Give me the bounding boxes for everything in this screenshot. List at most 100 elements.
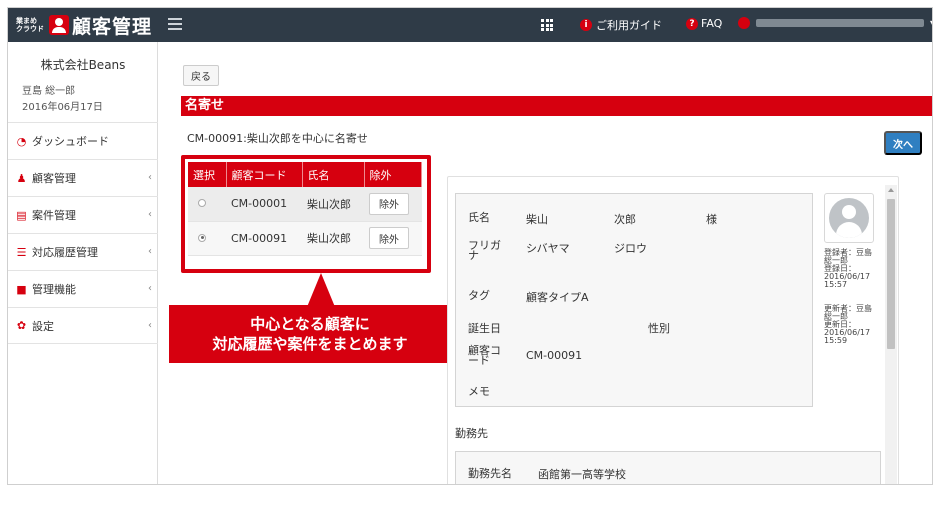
grid-icon: ■ xyxy=(16,282,27,296)
registrant-meta: 登録者：豆島 総一郎 登録日： 2016/06/17 15:57 xyxy=(824,249,882,289)
main-content: 戻る 名寄せ CM-00091:柴山次郎を中心に名寄せ 次へ 選択 顧客コード … xyxy=(166,56,932,484)
chevron-left-icon: ‹ xyxy=(148,246,152,257)
users-icon: ♟ xyxy=(16,171,27,185)
user-icon xyxy=(738,17,750,29)
logo-user-icon xyxy=(49,15,69,35)
sidebar: 株式会社Beans 豆島 総一郎 2016年06月17日 ◔ ダッシュボード ♟… xyxy=(8,42,158,484)
caret-down-icon: ▼ xyxy=(930,19,932,28)
table-row: CM-00091 柴山次郎 除外 xyxy=(188,221,422,256)
panel-scrollbar[interactable] xyxy=(885,185,897,484)
dashboard-icon: ◔ xyxy=(16,134,27,148)
callout-line-2: 対応履歴や案件をまとめます xyxy=(212,335,408,353)
tag-value: 顧客タイプA xyxy=(526,291,589,304)
sidebar-item-label: 設定 xyxy=(32,319,54,333)
sidebar-item-admin[interactable]: ■ 管理機能 ‹ xyxy=(8,270,158,307)
code-value: CM-00091 xyxy=(526,349,583,362)
company-name: 株式会社Beans xyxy=(40,58,126,72)
column-header-select: 選択 xyxy=(188,162,227,187)
workplace-box: 勤務先名 函館第一高等学校 xyxy=(455,451,881,484)
scrollbar-thumb[interactable] xyxy=(887,199,895,349)
callout-annotation: 中心となる顧客に 対応履歴や案件をまとめます xyxy=(169,305,451,363)
guide-link[interactable]: i ご利用ガイド xyxy=(580,17,662,33)
select-radio-selected[interactable] xyxy=(198,233,206,242)
menu-toggle-icon[interactable] xyxy=(168,18,182,30)
faq-label: FAQ xyxy=(701,17,723,30)
last-name: 柴山 xyxy=(526,213,548,226)
chevron-left-icon: ‹ xyxy=(148,283,152,294)
sidebar-item-history[interactable]: ☰ 対応履歴管理 ‹ xyxy=(8,233,158,270)
meta-line: 15:59 xyxy=(824,336,848,345)
exclude-button[interactable]: 除外 xyxy=(369,227,409,249)
sidebar-item-projects[interactable]: ▤ 案件管理 ‹ xyxy=(8,196,158,233)
kana-label: フリガ ナ xyxy=(468,240,501,262)
apps-grid-icon[interactable] xyxy=(541,19,553,31)
avatar-person-icon xyxy=(829,198,869,238)
chevron-left-icon: ‹ xyxy=(148,209,152,220)
question-icon: ? xyxy=(686,17,698,30)
customer-name: 柴山次郎 xyxy=(302,221,364,256)
gender-label: 性別 xyxy=(648,322,670,335)
kana-label-line2: ナ xyxy=(468,249,479,262)
sidebar-item-label: ダッシュボード xyxy=(32,135,109,148)
login-date: 2016年06月17日 xyxy=(22,102,103,113)
table-row: CM-00001 柴山次郎 除外 xyxy=(188,187,422,222)
sidebar-nav: ◔ ダッシュボード ♟ 顧客管理 ‹ ▤ 案件管理 ‹ ☰ 対応履歴管理 ‹ ■… xyxy=(8,122,158,344)
first-kana: ジロウ xyxy=(614,242,647,255)
first-name: 次郎 xyxy=(614,213,636,226)
user-email-redacted xyxy=(756,19,924,27)
merge-subtitle: CM-00091:柴山次郎を中心に名寄せ xyxy=(187,132,368,145)
code-label: 顧客コ ード xyxy=(468,345,501,367)
sidebar-item-dashboard[interactable]: ◔ ダッシュボード xyxy=(8,122,158,159)
callout-line-1: 中心となる顧客に xyxy=(250,315,370,333)
customer-code: CM-00091 xyxy=(226,221,302,256)
sidebar-item-label: 対応履歴管理 xyxy=(32,246,98,259)
section-title: 名寄せ xyxy=(181,96,932,116)
info-icon: i xyxy=(580,19,592,31)
last-kana: シバヤマ xyxy=(526,242,570,255)
updater-meta: 更新者：豆島 総一郎 更新日： 2016/06/17 15:59 xyxy=(824,305,882,345)
app-window: 業まめ クラウド 顧客管理 i ご利用ガイド ? FAQ ▼ 株式会社Beans… xyxy=(7,7,933,485)
sidebar-item-customers[interactable]: ♟ 顧客管理 ‹ xyxy=(8,159,158,196)
tag-label: タグ xyxy=(468,289,490,302)
back-button[interactable]: 戻る xyxy=(183,65,219,86)
top-bar: 業まめ クラウド 顧客管理 i ご利用ガイド ? FAQ ▼ xyxy=(8,8,932,42)
guide-label: ご利用ガイド xyxy=(596,19,662,32)
sidebar-item-label: 管理機能 xyxy=(32,283,76,296)
chevron-left-icon: ‹ xyxy=(148,172,152,183)
honorific: 様 xyxy=(706,213,717,226)
workplace-name: 函館第一高等学校 xyxy=(538,468,626,481)
user-menu[interactable]: ▼ xyxy=(738,17,932,29)
workplace-heading: 勤務先 xyxy=(455,427,488,440)
list-icon: ☰ xyxy=(16,245,27,259)
merge-candidates-table: 選択 顧客コード 氏名 除外 CM-00001 柴山次郎 除外 CM-00091… xyxy=(188,162,422,256)
book-icon: ▤ xyxy=(16,208,27,222)
customer-name: 柴山次郎 xyxy=(302,187,364,222)
sidebar-item-settings[interactable]: ✿ 設定 ‹ xyxy=(8,307,158,344)
logo-subtext: 業まめ クラウド xyxy=(16,17,44,33)
column-header-name: 氏名 xyxy=(302,162,365,187)
app-title: 顧客管理 xyxy=(72,15,153,38)
column-header-code: 顧客コード xyxy=(226,162,303,187)
chevron-left-icon: ‹ xyxy=(148,320,152,331)
customer-detail-panel[interactable]: 氏名 柴山 次郎 様 フリガ ナ シバヤマ ジロウ タグ 顧客タイプA 誕生日 … xyxy=(447,176,899,484)
customer-info-box: 氏名 柴山 次郎 様 フリガ ナ シバヤマ ジロウ タグ 顧客タイプA 誕生日 … xyxy=(455,193,813,407)
sidebar-item-label: 案件管理 xyxy=(32,209,76,222)
gear-icon: ✿ xyxy=(16,319,27,332)
app-logo[interactable]: 業まめ クラウド 顧客管理 xyxy=(16,12,152,38)
next-button[interactable]: 次へ xyxy=(884,131,922,155)
column-header-exclude: 除外 xyxy=(364,162,422,187)
workplace-name-label: 勤務先名 xyxy=(468,467,512,480)
callout-pointer xyxy=(307,273,335,307)
code-label-line2: ード xyxy=(468,354,490,367)
user-name: 豆島 総一郎 xyxy=(22,86,76,97)
faq-link[interactable]: ? FAQ xyxy=(686,17,722,30)
avatar xyxy=(824,193,874,243)
select-radio[interactable] xyxy=(198,199,206,208)
exclude-button[interactable]: 除外 xyxy=(369,192,409,215)
birthday-label: 誕生日 xyxy=(468,322,501,335)
name-label: 氏名 xyxy=(468,211,490,224)
scroll-up-icon[interactable] xyxy=(888,188,894,192)
customer-code: CM-00001 xyxy=(226,187,302,222)
meta-line: 15:57 xyxy=(824,280,848,289)
sidebar-item-label: 顧客管理 xyxy=(32,172,76,185)
